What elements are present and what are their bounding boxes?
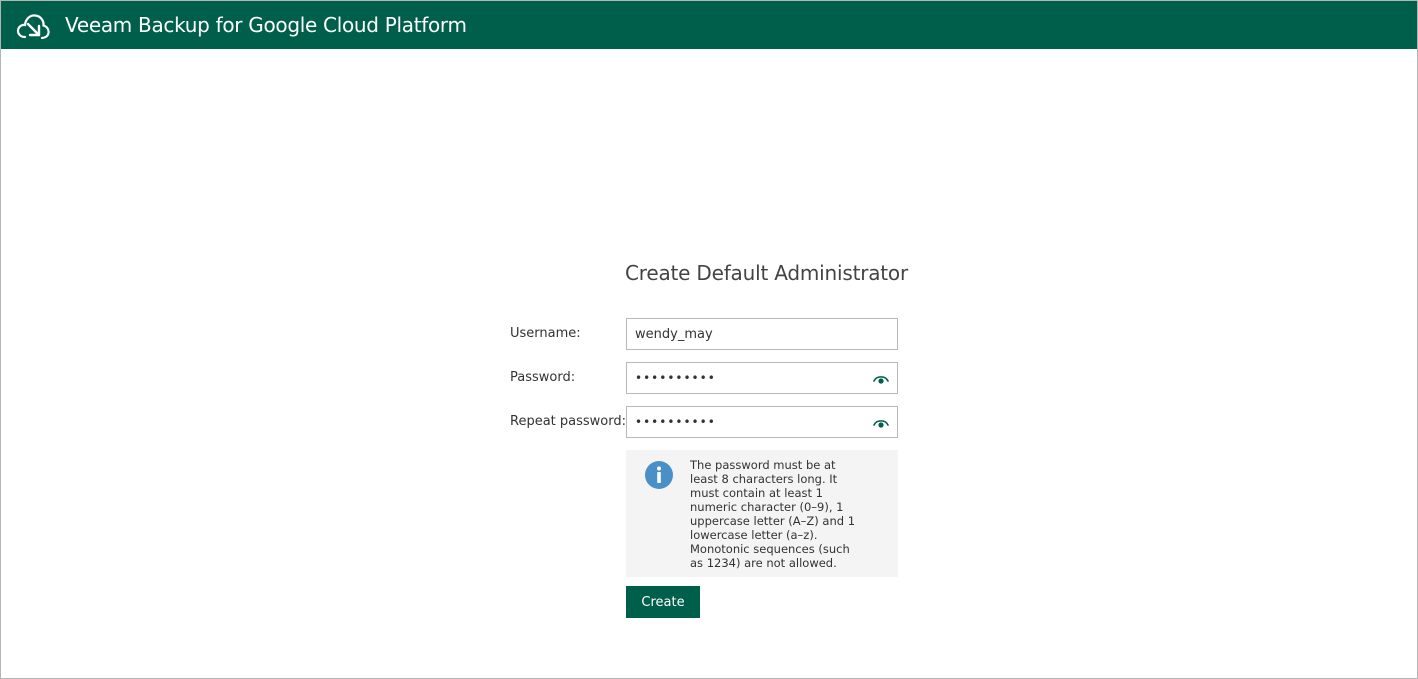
app-window: Veeam Backup for Google Cloud Platform C… [0, 0, 1418, 679]
repeat-password-label: Repeat password: [510, 414, 626, 429]
password-label: Password: [510, 370, 576, 385]
password-requirements-panel: The password must be at least 8 characte… [626, 450, 898, 577]
create-button[interactable]: Create [626, 586, 700, 618]
password-requirements-text: The password must be at least 8 characte… [690, 458, 856, 570]
eye-icon[interactable] [873, 416, 889, 430]
password-field-wrapper [626, 362, 898, 394]
eye-icon[interactable] [873, 372, 889, 386]
password-input[interactable] [627, 363, 897, 393]
app-title: Veeam Backup for Google Cloud Platform [65, 13, 467, 37]
repeat-password-field-wrapper [626, 406, 898, 438]
username-input[interactable] [627, 319, 897, 349]
username-label: Username: [510, 326, 581, 341]
username-field-wrapper [626, 318, 898, 350]
app-header: Veeam Backup for Google Cloud Platform [1, 1, 1417, 49]
info-icon [645, 461, 673, 489]
repeat-password-input[interactable] [627, 407, 897, 437]
veeam-cloud-logo-icon [16, 14, 50, 40]
page-title: Create Default Administrator [625, 261, 908, 285]
